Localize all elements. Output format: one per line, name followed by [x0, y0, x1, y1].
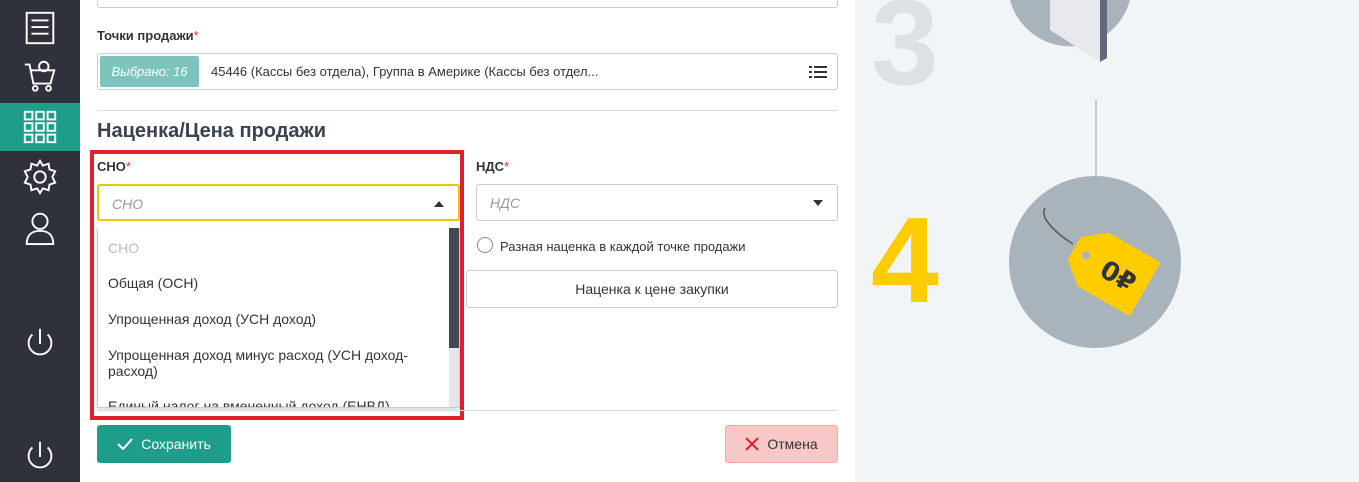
divider — [97, 410, 838, 411]
nds-placeholder: НДС — [490, 195, 521, 211]
box-illustration — [1010, 0, 1130, 62]
highlight-frame — [90, 150, 464, 420]
steps-illustration: 3 4 0₽ — [855, 0, 1359, 482]
different-markup-label: Разная наценка в каждой точке продажи — [500, 239, 746, 254]
points-label: Точки продажи* — [97, 28, 199, 43]
chevron-down-icon — [813, 200, 823, 206]
sidebar-item-settings[interactable] — [0, 153, 80, 201]
document-list-icon — [25, 11, 55, 45]
form-panel: Точки продажи* Выбрано: 16 45446 (Кассы … — [80, 0, 855, 482]
grid-icon — [23, 110, 57, 144]
selected-count-badge: Выбрано: 16 — [100, 56, 199, 87]
sidebar-item-apps[interactable] — [0, 103, 80, 151]
markup-to-purchase-button[interactable]: Наценка к цене закупки — [466, 270, 838, 308]
sidebar-item-cart[interactable] — [0, 52, 80, 100]
power-icon — [27, 441, 53, 469]
connector-line — [1095, 100, 1097, 176]
section-title: Наценка/Цена продажи — [97, 120, 327, 142]
cancel-button[interactable]: Отмена — [725, 425, 838, 463]
check-icon — [117, 438, 133, 450]
divider — [97, 110, 838, 111]
sidebar — [0, 0, 80, 482]
points-of-sale-value: 45446 (Кассы без отдела), Группа в Амери… — [211, 64, 599, 79]
sidebar-item-logout[interactable] — [0, 433, 80, 481]
sidebar-item-documents[interactable] — [0, 4, 80, 52]
nds-select[interactable]: НДС — [476, 184, 838, 221]
previous-field[interactable] — [97, 0, 838, 8]
price-tag-illustration: 0₽ — [1009, 176, 1181, 348]
save-label: Сохранить — [141, 436, 211, 452]
save-button[interactable]: Сохранить — [97, 425, 231, 463]
gear-icon — [23, 159, 57, 195]
step-number-4: 4 — [871, 192, 939, 328]
step-number-3: 3 — [871, 0, 939, 110]
cart-icon — [24, 60, 56, 92]
sidebar-item-power[interactable] — [0, 320, 80, 368]
sidebar-item-profile[interactable] — [0, 203, 80, 251]
user-icon — [25, 212, 55, 246]
power-icon — [27, 328, 53, 356]
close-icon — [745, 437, 760, 451]
different-markup-radio[interactable] — [477, 237, 493, 253]
nds-label: НДС* — [476, 159, 510, 174]
cancel-label: Отмена — [767, 436, 818, 452]
points-of-sale-field[interactable]: Выбрано: 16 45446 (Кассы без отдела), Гр… — [97, 53, 838, 90]
list-icon[interactable] — [809, 66, 827, 78]
